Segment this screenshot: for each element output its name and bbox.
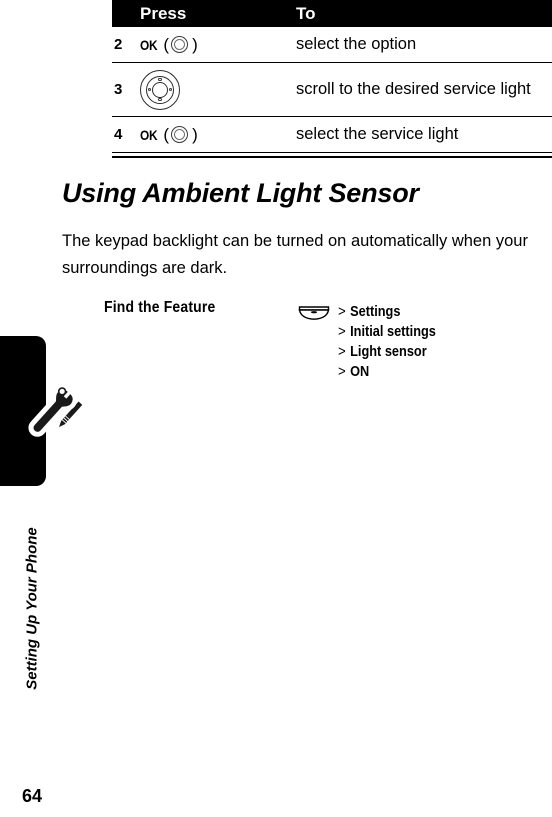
- menu-path-item: > ON: [338, 362, 436, 382]
- menu-path-item: > Initial settings: [338, 322, 436, 342]
- steps-table: Press To 2 OK ( ) select the option 3 sc…: [112, 0, 552, 158]
- menu-key-icon: [298, 305, 330, 321]
- body-paragraph: The keypad backlight can be turned on au…: [62, 232, 528, 277]
- paren-close: ): [192, 34, 198, 54]
- menu-path-list: > Settings > Initial settings > Light senso…: [338, 302, 449, 382]
- menu-path-label: Settings: [350, 304, 401, 320]
- page-title: Using Ambient Light Sensor: [62, 178, 419, 208]
- action-description: select the service light: [296, 125, 459, 143]
- ok-round-key-icon: [171, 36, 189, 53]
- menu-separator-icon: >: [338, 343, 346, 360]
- page-number: 64: [22, 786, 43, 806]
- menu-separator-icon: >: [338, 363, 346, 380]
- paren-close: ): [192, 124, 198, 144]
- table-header-row: Press To: [112, 0, 552, 27]
- step-number: 4: [114, 126, 123, 143]
- chapter-running-head: Setting Up Your Phone: [23, 527, 41, 690]
- table-bottom-rule: [112, 155, 552, 158]
- ok-key-label: OK: [140, 36, 158, 53]
- table-header-press: Press: [140, 3, 187, 23]
- menu-path-label: Initial settings: [350, 324, 436, 340]
- ok-round-key-icon: [171, 126, 189, 143]
- menu-separator-icon: >: [338, 323, 346, 340]
- table-row: 2 OK ( ) select the option: [112, 27, 552, 63]
- navigation-key-icon: [140, 69, 180, 110]
- press-cell: [140, 69, 296, 110]
- step-number: 2: [114, 36, 123, 53]
- wrench-screwdriver-icon: [20, 383, 90, 453]
- step-number: 3: [114, 81, 123, 98]
- press-cell: OK ( ): [140, 125, 296, 145]
- menu-path-label: Light sensor: [350, 344, 427, 360]
- table-row: 4 OK ( ) select the service light: [112, 117, 552, 153]
- table-header-to: To: [296, 3, 316, 23]
- ok-key-label: OK: [140, 126, 158, 143]
- paren-open: (: [163, 34, 170, 54]
- menu-path-item: > Light sensor: [338, 342, 436, 362]
- action-description: select the option: [296, 35, 417, 53]
- menu-separator-icon: >: [338, 303, 346, 320]
- menu-path-label: ON: [350, 364, 370, 380]
- menu-path-item: > Settings: [338, 302, 436, 322]
- find-the-feature-label: Find the Feature: [104, 299, 216, 316]
- action-description: scroll to the desired service light: [296, 80, 531, 98]
- table-row: 3 scroll to the desired service light: [112, 63, 552, 117]
- press-cell: OK ( ): [140, 35, 296, 55]
- paren-open: (: [163, 124, 170, 144]
